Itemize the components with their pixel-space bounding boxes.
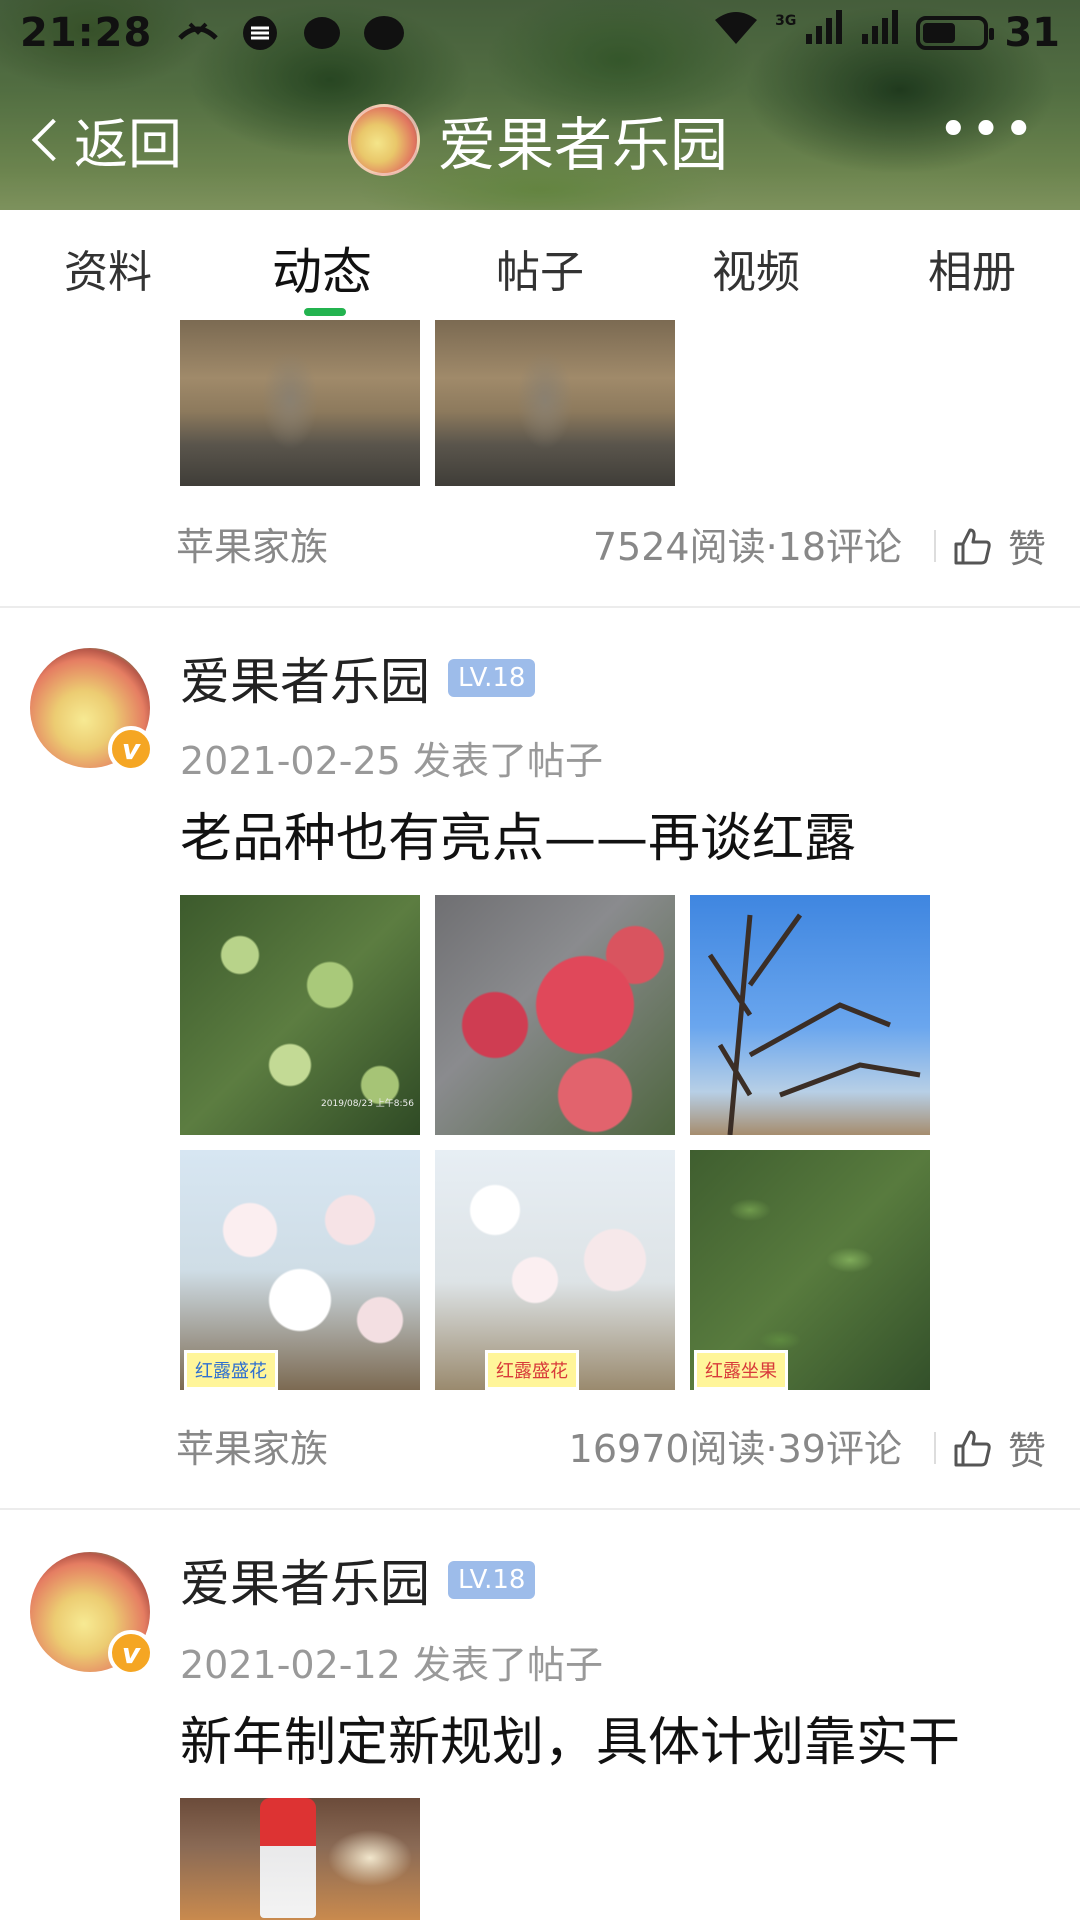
post-image[interactable] — [180, 320, 420, 486]
activity-feed[interactable]: 苹果家族 7524阅读·18评论 赞 v 爱果者乐园 LV.18 2021-02… — [0, 320, 1080, 1920]
post-date: 2021-02-25 — [180, 739, 401, 783]
post-image[interactable] — [690, 895, 930, 1135]
like-button[interactable]: 赞 — [952, 1420, 1046, 1475]
post-image[interactable]: 红露盛花 — [180, 1150, 420, 1390]
avatar[interactable]: v — [30, 648, 154, 772]
signal-icon-2 — [860, 10, 900, 56]
like-label: 赞 — [1008, 527, 1047, 571]
post-action: 发表了帖子 — [412, 739, 603, 783]
message-bubble-icon — [302, 13, 342, 53]
post-image[interactable] — [180, 1798, 420, 1920]
tab-album[interactable]: 相册 — [928, 236, 1016, 300]
wifi-icon — [713, 10, 759, 56]
post-title[interactable]: 老品种也有亮点——再谈红露 — [180, 796, 856, 871]
verified-icon: v — [108, 726, 154, 772]
more-icon: ••• — [937, 100, 1036, 160]
divider — [934, 530, 936, 562]
signal-icon — [804, 10, 844, 56]
author-name[interactable]: 爱果者乐园 — [180, 1544, 430, 1616]
avatar[interactable]: v — [30, 1552, 154, 1676]
post-date: 2021-02-12 — [180, 1643, 401, 1687]
post-meta: 2021-02-12 发表了帖子 — [180, 1634, 603, 1689]
page-title: 爱果者乐园 — [348, 98, 728, 182]
post-source[interactable]: 苹果家族 — [176, 1418, 328, 1473]
post-title[interactable]: 新年制定新规划，具体计划靠实干 — [180, 1700, 960, 1775]
post-source[interactable]: 苹果家族 — [176, 516, 328, 571]
tab-videos[interactable]: 视频 — [712, 236, 800, 300]
back-label: 返回 — [74, 113, 182, 176]
tab-profile[interactable]: 资料 — [64, 236, 152, 300]
battery-icon — [916, 16, 995, 50]
post-image[interactable] — [435, 320, 675, 486]
back-button[interactable]: 返回 — [28, 100, 182, 179]
post-stats: 7524阅读·18评论 — [592, 525, 902, 569]
post-divider — [0, 606, 1080, 608]
tab-bar: 资料 动态 帖子 视频 相册 — [0, 210, 1080, 320]
post-image[interactable]: 红露盛花 — [435, 1150, 675, 1390]
network-type-label: 3G — [775, 13, 797, 29]
status-system-icons: 3G 31 — [713, 10, 1060, 56]
battery-fill — [923, 23, 956, 43]
post-footer: 苹果家族 16970阅读·39评论 赞 — [0, 1418, 1080, 1478]
chevron-left-icon — [31, 118, 75, 161]
author-name[interactable]: 爱果者乐园 — [180, 642, 430, 714]
level-badge: LV.18 — [448, 659, 536, 697]
missed-call-icon — [178, 13, 219, 53]
bottle-graphic — [260, 1798, 316, 1918]
verified-icon: v — [108, 1630, 154, 1676]
branches-graphic — [707, 913, 921, 1135]
tab-activity[interactable]: 动态 — [272, 232, 372, 304]
like-button[interactable]: 赞 — [952, 518, 1046, 573]
thumbs-up-icon — [954, 528, 991, 564]
status-bar: 21:28 3G 31 — [0, 0, 1080, 66]
page-title-text: 爱果者乐园 — [438, 111, 729, 179]
post-footer: 苹果家族 7524阅读·18评论 赞 — [0, 516, 1080, 576]
battery-level: 31 — [1004, 10, 1060, 56]
group-avatar — [348, 104, 420, 176]
image-caption: 红露坐果 — [694, 1350, 788, 1390]
image-caption: 红露盛花 — [184, 1350, 278, 1390]
author-line: 爱果者乐园 LV.18 — [180, 642, 536, 714]
status-notification-icons — [178, 13, 405, 53]
post-action: 发表了帖子 — [412, 1643, 603, 1687]
photo-timestamp: 2019/08/23 上午8:56 — [321, 1099, 414, 1109]
more-options-button[interactable]: ••• — [938, 104, 1036, 156]
divider — [934, 1432, 936, 1464]
header-banner: 21:28 3G 31 返回 爱果者乐园 ••• — [0, 0, 1080, 210]
app-notification-icon — [240, 13, 280, 53]
post-image[interactable]: 红露坐果 — [690, 1150, 930, 1390]
thumbs-up-icon — [954, 1430, 991, 1466]
post-stats: 16970阅读·39评论 — [568, 1427, 902, 1471]
level-badge: LV.18 — [448, 1561, 536, 1599]
image-caption: 红露盛花 — [485, 1350, 579, 1390]
post-divider — [0, 1508, 1080, 1510]
post-image[interactable]: 2019/08/23 上午8:56 — [180, 895, 420, 1135]
nav-bar: 返回 爱果者乐园 ••• — [0, 90, 1080, 190]
active-tab-indicator — [304, 308, 346, 316]
post-meta: 2021-02-25 发表了帖子 — [180, 730, 603, 785]
status-time: 21:28 — [20, 10, 153, 56]
post-image[interactable] — [435, 895, 675, 1135]
chat-bubble-icon — [364, 13, 405, 53]
author-line: 爱果者乐园 LV.18 — [180, 1544, 536, 1616]
tab-posts[interactable]: 帖子 — [496, 236, 584, 300]
like-label: 赞 — [1008, 1429, 1047, 1473]
